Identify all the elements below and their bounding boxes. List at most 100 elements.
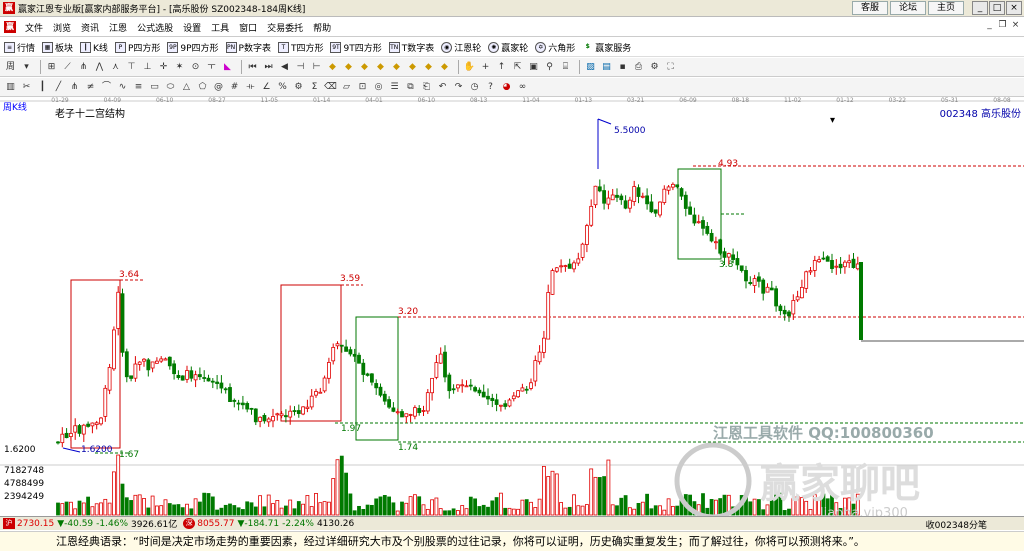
crosshair-icon[interactable]: +: [479, 61, 492, 74]
chart-area[interactable]: 01-29 04-09 06-10 08-27 11-05 01-14 04-01 06-10…: [0, 97, 1024, 521]
image-icon[interactable]: ▨: [584, 61, 597, 74]
arc-icon[interactable]: ⌒: [100, 81, 113, 94]
save-icon[interactable]: ▪: [616, 61, 629, 74]
toolbar-sector-button[interactable]: ▦ 板块: [42, 41, 73, 54]
ray-tool-icon[interactable]: ⊥: [141, 61, 154, 74]
hand-icon[interactable]: ✋: [463, 61, 476, 74]
menu-help[interactable]: 帮助: [308, 21, 336, 34]
fan2-tool-icon[interactable]: ⋏: [109, 61, 122, 74]
text-tool-icon[interactable]: ㅜ: [205, 61, 218, 74]
diamond6-icon[interactable]: ◆: [406, 61, 419, 74]
menu-gann[interactable]: 江恩: [104, 21, 132, 34]
maximize-icon[interactable]: □: [989, 1, 1005, 15]
period-dropdown-icon[interactable]: ▾: [20, 61, 33, 74]
sigma-icon[interactable]: Σ: [308, 81, 321, 94]
menu-tools[interactable]: 工具: [206, 21, 234, 34]
fan-tool-icon[interactable]: ⋀: [93, 61, 106, 74]
first-bar-icon[interactable]: ⏮: [246, 61, 259, 74]
menu-info[interactable]: 资讯: [76, 21, 104, 34]
move-right-icon[interactable]: ⊢: [310, 61, 323, 74]
sh-index-icon[interactable]: 沪: [3, 518, 15, 529]
toolbar-service-button[interactable]: $ 赢家服务: [582, 41, 632, 54]
flag-tool-icon[interactable]: ◣: [221, 61, 234, 74]
clock-icon[interactable]: ◷: [468, 81, 481, 94]
star-tool-icon[interactable]: ✶: [173, 61, 186, 74]
toolbar-p-square-button[interactable]: P P四方形: [114, 41, 160, 54]
stack-icon[interactable]: ☰: [388, 81, 401, 94]
diamond3-icon[interactable]: ◆: [358, 61, 371, 74]
toolbar-t-square-button[interactable]: T T四方形: [277, 41, 323, 54]
tick-status[interactable]: 收002348分笔: [926, 518, 987, 531]
homepage-link[interactable]: 主页: [927, 1, 964, 15]
forum-link[interactable]: 论坛: [889, 1, 926, 15]
circle-tool-icon[interactable]: ⊙: [189, 61, 202, 74]
last-bar-icon[interactable]: ⏭: [262, 61, 275, 74]
box-icon[interactable]: ▭: [148, 81, 161, 94]
diamond7-icon[interactable]: ◆: [422, 61, 435, 74]
toolbar-9t-square-button[interactable]: 9T 9T四方形: [330, 41, 382, 54]
undo-icon[interactable]: ↶: [436, 81, 449, 94]
wave-icon[interactable]: ∿: [116, 81, 129, 94]
line-icon[interactable]: ╱: [52, 81, 65, 94]
menu-file[interactable]: 文件: [20, 21, 48, 34]
settings-icon[interactable]: ⚙: [648, 61, 661, 74]
level-icon[interactable]: ≡: [132, 81, 145, 94]
arrow-up-icon[interactable]: ↑: [495, 61, 508, 74]
ruler-icon[interactable]: ⟛: [244, 81, 257, 94]
zoom-icon[interactable]: ⇱: [511, 61, 524, 74]
fork2-icon[interactable]: ⋔: [68, 81, 81, 94]
service-link[interactable]: 客服: [851, 1, 888, 15]
kline-chart[interactable]: 01-29 04-09 06-10 08-27 11-05 01-14 04-01 06-10…: [0, 97, 1024, 521]
mdi-minimize-icon[interactable]: _: [984, 20, 995, 32]
toolbar-p-number-table-button[interactable]: PN P数字表: [225, 41, 271, 54]
sz-index-icon[interactable]: 深: [183, 518, 196, 529]
copy-icon[interactable]: ⧉: [404, 81, 417, 94]
gear-tool-icon[interactable]: ⚙: [292, 81, 305, 94]
dropdown-marker-icon[interactable]: ▾: [830, 115, 835, 126]
spiral-icon[interactable]: @: [212, 81, 225, 94]
triangle-icon[interactable]: △: [180, 81, 193, 94]
cycle-lines-icon[interactable]: ⊞: [45, 61, 58, 74]
diamond1-icon[interactable]: ◆: [326, 61, 339, 74]
toolbar-winner-wheel-button[interactable]: ✺ 赢家轮: [488, 41, 528, 54]
lock-icon[interactable]: ⊡: [356, 81, 369, 94]
toolbar-9p-square-button[interactable]: 9P 9P四方形: [167, 41, 219, 54]
prev-icon[interactable]: ◀: [278, 61, 291, 74]
toolbar-gann-wheel-button[interactable]: ◉ 江恩轮: [441, 41, 481, 54]
bar-chart-icon[interactable]: ▥: [4, 81, 17, 94]
redo-icon[interactable]: ↷: [452, 81, 465, 94]
menu-window[interactable]: 窗口: [234, 21, 262, 34]
mdi-restore-icon[interactable]: ❐: [997, 20, 1008, 32]
ellipse-icon[interactable]: ⬭: [164, 81, 177, 94]
cut-icon[interactable]: ✂: [20, 81, 33, 94]
angle-icon[interactable]: ∠: [260, 81, 273, 94]
eye-icon[interactable]: ◎: [372, 81, 385, 94]
mdi-close-icon[interactable]: ×: [1010, 20, 1021, 32]
toolbar-t-number-table-button[interactable]: TN T数字表: [388, 41, 434, 54]
close-icon[interactable]: ×: [1006, 1, 1022, 15]
paste-icon[interactable]: ⎗: [420, 81, 433, 94]
percent-icon[interactable]: %: [276, 81, 289, 94]
eraser-icon[interactable]: ▱: [340, 81, 353, 94]
candle-icon[interactable]: ┃: [36, 81, 49, 94]
trend-tool-icon[interactable]: ⟋: [61, 61, 74, 74]
color-wheel-icon[interactable]: ◕: [500, 81, 513, 94]
network-icon[interactable]: ⛶: [664, 61, 677, 74]
pin-tool-icon[interactable]: ⚲: [543, 61, 556, 74]
minimize-icon[interactable]: _: [972, 1, 988, 15]
toolbar-quotes-button[interactable]: ≡ 行情: [4, 41, 35, 54]
menu-browse[interactable]: 浏览: [48, 21, 76, 34]
diamond2-icon[interactable]: ◆: [342, 61, 355, 74]
menu-trade[interactable]: 交易委托: [262, 21, 308, 34]
pitch-icon[interactable]: ≠: [84, 81, 97, 94]
print-icon[interactable]: ⎙: [632, 61, 645, 74]
diamond4-icon[interactable]: ◆: [374, 61, 387, 74]
move-left-icon[interactable]: ⊣: [294, 61, 307, 74]
polygon-icon[interactable]: ⬠: [196, 81, 209, 94]
help-icon[interactable]: ?: [484, 81, 497, 94]
delete-icon[interactable]: ⌫: [324, 81, 337, 94]
period-select[interactable]: 周: [4, 61, 17, 74]
menu-formula-select[interactable]: 公式选股: [132, 21, 178, 34]
diamond8-icon[interactable]: ◆: [438, 61, 451, 74]
square-tool-icon[interactable]: ▣: [527, 61, 540, 74]
